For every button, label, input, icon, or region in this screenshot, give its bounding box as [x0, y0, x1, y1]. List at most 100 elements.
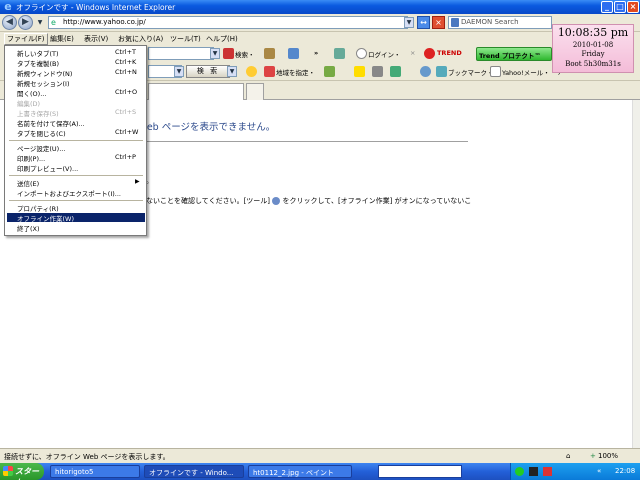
address-url: http://www.yahoo.co.jp/ [63, 18, 146, 26]
task-hitorigoto[interactable]: hitorigoto5 [50, 465, 140, 478]
trend-label: TREND [437, 49, 462, 57]
toolbar-more-chevron[interactable]: » [314, 49, 318, 57]
taskbar: スタート hitorigoto5 オフラインです - Windo... ht01… [0, 463, 640, 480]
menu-item-print[interactable]: 印刷(P)... Ctrl+P [7, 153, 145, 163]
error-heading: Web ページを表示できません。 [138, 122, 276, 133]
map-region-label[interactable]: 地域を指定・ [276, 67, 315, 77]
menu-item-import-export[interactable]: インポートおよびエクスポート(I)... [7, 188, 145, 198]
close-button[interactable]: × [627, 1, 639, 13]
task-paint[interactable]: ht0112_2.jpg - ペイント [248, 465, 352, 478]
menu-item-edit: 編集(D) [17, 100, 41, 108]
toolbar-highlighter-icon[interactable] [324, 66, 335, 77]
stop-icon[interactable]: × [432, 16, 445, 29]
tab-current[interactable] [148, 83, 244, 100]
toolbar-page-icon[interactable] [390, 66, 401, 77]
menu-item-close-tab[interactable]: タブを閉じる(C) Ctrl+W [7, 128, 145, 138]
menu-file[interactable]: ファイル(F) [4, 33, 48, 45]
tray-green-icon[interactable] [515, 467, 524, 476]
minimize-button[interactable]: _ [601, 1, 613, 13]
menu-item-new-session[interactable]: 新規セッション(I) [7, 78, 145, 88]
menu-edit[interactable]: 編集(E) [48, 34, 76, 44]
bookmark-icon[interactable] [436, 66, 447, 77]
menu-item-open[interactable]: 開く(O)... Ctrl+O [7, 88, 145, 98]
status-text: 接続せずに、オフライン Web ページを表示します。 [4, 453, 170, 461]
start-label: スタート [15, 467, 39, 480]
login-label[interactable]: ログイン・ [368, 49, 401, 59]
menu-item-properties[interactable]: プロパティ(R) [7, 203, 145, 213]
forward-button[interactable]: ▶ [18, 15, 33, 30]
toolbar-tool-icon[interactable] [264, 48, 275, 59]
toolbar-mail-icon[interactable] [246, 66, 257, 77]
error-subtext: 。 [146, 177, 153, 185]
zoom-level[interactable]: 100% [598, 452, 618, 460]
search-box[interactable]: DAEMON Search [448, 16, 552, 29]
clock-day: Friday [581, 50, 605, 58]
bookmark-label[interactable]: ブックマーク・ [448, 67, 493, 77]
search-placeholder: DAEMON Search [461, 18, 519, 26]
history-dropdown-icon[interactable]: ▼ [35, 18, 45, 29]
error-body-prefix: ないことを確認してください。[ツール] [146, 197, 271, 205]
title-bar: e オフラインです - Windows Internet Explorer _ … [0, 0, 640, 14]
start-button[interactable]: スタート [0, 463, 44, 480]
menu-item-send[interactable]: 送信(E) ▶ [7, 178, 145, 188]
toolbar-star-icon[interactable] [354, 66, 365, 77]
yahoo-mail-icon[interactable] [490, 66, 501, 77]
map-pin-icon[interactable] [264, 66, 275, 77]
menu-item-duplicate-tab[interactable]: タブを複製(B) Ctrl+K [7, 58, 145, 68]
zoom-icon[interactable]: + [590, 452, 596, 460]
toolbar-close-x[interactable]: × [410, 49, 415, 57]
menu-separator [9, 140, 143, 141]
taskbar-clock[interactable]: 22:08 [615, 467, 635, 475]
menu-item-new-window[interactable]: 新規ウィンドウ(N) Ctrl+N [7, 68, 145, 78]
address-row: ◀ ▶ ▼ e http://www.yahoo.co.jp/ ▼ ↔ × DA… [0, 14, 640, 32]
address-dropdown-button[interactable]: ▼ [404, 17, 414, 28]
error-body-suffix: をクリックして、[オフライン作業] がオンになっていないこ [282, 197, 472, 205]
back-button[interactable]: ◀ [2, 15, 17, 30]
clock-time: 10:08:35 pm [557, 26, 629, 39]
toolbar-pen-icon[interactable] [334, 48, 345, 59]
submenu-arrow-icon: ▶ [135, 178, 140, 185]
login-icon[interactable] [356, 48, 367, 59]
desktop-clock-widget: 10:08:35 pm 2010-01-08 Friday Boot 5h30m… [552, 24, 634, 73]
yahoo-search-dropdown[interactable]: ▼ [174, 66, 184, 77]
tray-app-icon[interactable] [529, 467, 538, 476]
menu-item-save-as[interactable]: 名前を付けて保存(A)... [7, 118, 145, 128]
menu-item-new-tab[interactable]: 新しいタブ(T) Ctrl+T [7, 48, 145, 58]
toolbar-web-icon[interactable] [420, 66, 431, 77]
maximize-button[interactable]: □ [614, 1, 626, 13]
yahoo-toolbar-input[interactable] [148, 47, 214, 60]
menu-item-print-preview[interactable]: 印刷プレビュー(V)... [7, 163, 145, 173]
menu-item-work-offline[interactable]: オフライン作業(W) [7, 213, 145, 223]
toolbar-search-label[interactable]: 検索・ [235, 49, 255, 59]
menu-item-page-setup[interactable]: ページ設定(U)... [7, 143, 145, 153]
toolbar-globe-icon[interactable] [288, 48, 299, 59]
task-ie-offline[interactable]: オフラインです - Windo... [144, 465, 244, 478]
error-body: ないことを確認してください。[ツール] をクリックして、[オフライン作業] がオ… [146, 196, 471, 206]
tools-gear-icon [272, 197, 281, 205]
yahoo-search-button[interactable]: 検 索 [186, 65, 230, 78]
tray-expand-icon[interactable]: « [597, 467, 601, 475]
daemon-search-icon [451, 18, 459, 27]
address-bar[interactable]: e http://www.yahoo.co.jp/ [48, 16, 408, 29]
yahoo-mail-label[interactable]: Yahoo!メール・ [502, 67, 550, 77]
trend-micro-icon [424, 48, 435, 59]
desktop-search-deskbar[interactable] [378, 465, 462, 478]
toolbar-input-dropdown[interactable]: ▼ [210, 48, 220, 59]
vertical-scrollbar[interactable] [632, 100, 640, 448]
new-tab-button[interactable] [246, 83, 264, 100]
menu-view[interactable]: 表示(V) [82, 34, 110, 44]
yahoo-search-icon[interactable] [223, 48, 234, 59]
menu-item-exit[interactable]: 終了(X) [7, 223, 145, 233]
ie-logo-icon: e [4, 0, 12, 13]
heading-divider [138, 141, 468, 142]
menu-separator [9, 175, 143, 176]
menu-favorites[interactable]: お気に入り(A) [116, 34, 165, 44]
menu-tools[interactable]: ツール(T) [168, 34, 203, 44]
toolbar-settings-icon[interactable] [372, 66, 383, 77]
go-icon[interactable]: ↔ [417, 16, 430, 29]
tray-alert-icon[interactable] [543, 467, 552, 476]
search-options-dropdown[interactable]: ▼ [227, 66, 237, 77]
trend-protect-button[interactable]: Trend プロテクト™ [476, 47, 552, 61]
menu-help[interactable]: ヘルプ(H) [204, 34, 240, 44]
window-title: オフラインです - Windows Internet Explorer [16, 3, 176, 12]
